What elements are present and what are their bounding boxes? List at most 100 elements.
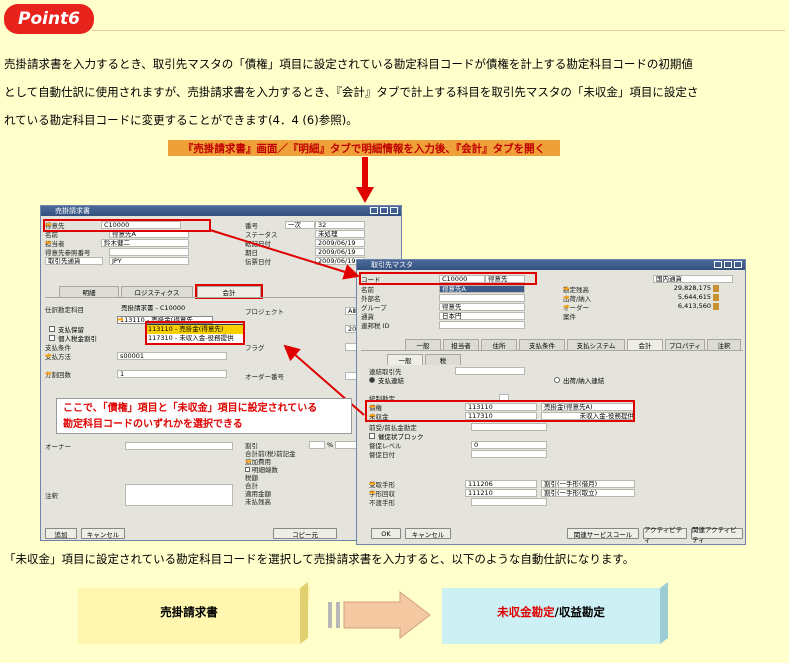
- pay-method-select[interactable]: s00001: [117, 351, 227, 360]
- bp-currency-select[interactable]: 取引先通貨: [45, 256, 103, 265]
- intro-paragraph: 売掛請求書を入力するとき、取引先マスタの「債権」項目に設定されている勘定科目コー…: [4, 50, 785, 134]
- invoice-window-title: 売掛請求書: [55, 207, 90, 215]
- account-balance-value: 29,828,175: [673, 284, 711, 292]
- tab-remarks[interactable]: 注釈: [707, 339, 741, 350]
- doc-date-row: 伝票日付 2009/06/19: [245, 256, 365, 266]
- dunning-block-checkbox[interactable]: [369, 432, 375, 439]
- installments-field[interactable]: 1: [117, 369, 227, 378]
- currency-value-field[interactable]: JPY: [109, 256, 189, 265]
- right-box-side: [660, 582, 668, 644]
- tab-addresses[interactable]: 住所: [481, 339, 517, 350]
- owner-field[interactable]: [125, 441, 233, 450]
- customer-highlight: [43, 219, 211, 232]
- intro-line-1: 売掛請求書を入力するとき、取引先マスタの「債権」項目に設定されている勘定科目コー…: [4, 57, 693, 71]
- bp-taxid-field[interactable]: [439, 320, 525, 329]
- window-controls: [370, 207, 398, 214]
- consolidation-field[interactable]: [455, 366, 525, 375]
- chart-icon[interactable]: [713, 285, 719, 292]
- link-arrow-icon[interactable]: ➡: [117, 315, 124, 324]
- related-activity-button[interactable]: 関連アクティビティ: [691, 526, 743, 544]
- business-partner-window: 取引先マスタ コード C10000 得意先 名前 得意先A 外部名 グループ 得…: [356, 259, 746, 545]
- minimize-icon[interactable]: [714, 261, 722, 268]
- cancel-button[interactable]: キャンセル: [405, 528, 451, 539]
- dropdown-highlight: [145, 321, 245, 345]
- note-receivable-name-field: 割引(一手形(借月): [541, 479, 635, 488]
- journal-right-label: 未収金勘定/収益勘定: [442, 604, 660, 620]
- bp-window-title: 取引先マスタ: [371, 261, 413, 269]
- tab-properties[interactable]: プロパティ: [665, 339, 705, 350]
- bp-group-select[interactable]: 得意先: [439, 302, 525, 311]
- unpaid-row: 不渡手形: [369, 497, 547, 507]
- ref-row: 得意先参照番号: [45, 247, 189, 257]
- journal-remark[interactable]: 売掛請求書 - C10000: [119, 305, 199, 313]
- bill-collection-code-field[interactable]: 111210: [465, 488, 537, 497]
- tab-divider: [361, 350, 743, 351]
- result-text: 「未収金」項目に設定されている勘定科目コードを選択して売掛請求書を入力すると、以…: [4, 552, 635, 566]
- unpaid-field[interactable]: [471, 497, 547, 506]
- chart-icon[interactable]: [713, 294, 719, 301]
- bill-collection-name-field: 割引(一手形(取立): [541, 488, 635, 497]
- journal-right-red: 未収金勘定: [497, 605, 555, 619]
- note-receivable-code-field[interactable]: 111206: [465, 479, 537, 488]
- hold-checkbox[interactable]: [49, 325, 55, 332]
- dunning-date-field[interactable]: [471, 449, 547, 458]
- add-button[interactable]: 追加: [45, 528, 77, 539]
- tab-payment-system[interactable]: 支払システム: [567, 339, 625, 350]
- subtab-general[interactable]: 一般: [387, 354, 423, 365]
- tab-general[interactable]: 一般: [405, 339, 441, 350]
- bp-name-field[interactable]: 得意先A: [439, 284, 525, 293]
- due-date-field[interactable]: 2009/06/19: [315, 247, 365, 256]
- tab-payment-terms[interactable]: 支払条件: [519, 339, 565, 350]
- maximize-icon[interactable]: [380, 207, 388, 214]
- posting-date-field[interactable]: 2009/06/19: [315, 238, 365, 247]
- invoice-titlebar: 売掛請求書: [41, 206, 401, 216]
- remarks-row: 注釈: [45, 483, 233, 506]
- owner-row: オーナー: [45, 441, 233, 451]
- intro-line-3: れている勘定科目コードに変更することができます(4．4 (6)参照)。: [4, 113, 358, 127]
- subtab-tax[interactable]: 税: [425, 354, 461, 365]
- customer-ref-field[interactable]: [109, 247, 189, 256]
- ok-button[interactable]: OK: [371, 528, 401, 539]
- status-field[interactable]: 未処理: [315, 229, 365, 238]
- cancel-button[interactable]: キャンセル: [81, 528, 125, 539]
- bp-balances: 勘定残高 ➡ 29,828,175 出荷/納入 ➡ 5,644,615 オーダー ➡ 6,4…: [563, 284, 743, 321]
- close-icon[interactable]: [734, 261, 742, 268]
- advance-field[interactable]: [471, 422, 547, 431]
- delivery-consolidation-radio[interactable]: [554, 376, 560, 383]
- tab-logistics[interactable]: ロジスティクス: [121, 286, 193, 297]
- left-box-side: [300, 582, 308, 644]
- rounding-checkbox[interactable]: [245, 466, 250, 472]
- payment-consolidation-radio[interactable]: [369, 376, 375, 383]
- bp-titlebar: 取引先マスタ: [357, 260, 745, 270]
- local-currency-select[interactable]: 国内通貨: [653, 274, 733, 283]
- series-select[interactable]: 一次: [285, 220, 315, 229]
- bp-foreign-name-field[interactable]: [439, 293, 525, 302]
- link-arrow-icon[interactable]: ➡: [45, 369, 52, 378]
- activity-button[interactable]: アクティビティ: [643, 526, 687, 544]
- instruction-banner: 『売掛請求書』画面／『明細』タブで明細情報を入力後、『会計』タブを開く: [168, 140, 560, 156]
- tab-contacts[interactable]: 担当者: [443, 339, 479, 350]
- doc-number-field[interactable]: 32: [315, 220, 365, 229]
- contact-person-field[interactable]: 鈴木健二: [101, 238, 189, 247]
- minimize-icon[interactable]: [370, 207, 378, 214]
- remarks-field[interactable]: [125, 483, 233, 506]
- dunning-level-field[interactable]: 0: [471, 440, 547, 449]
- related-service-call-button[interactable]: 関連サービスコール: [567, 528, 639, 539]
- journal-account-row: 仕訳勘定科目 売掛請求書 - C10000: [45, 304, 199, 314]
- installments-row: 分割回数 ➡ 1: [45, 369, 227, 379]
- currency-display-row: 国内通貨: [653, 274, 733, 283]
- link-arrow-icon[interactable]: ➡: [45, 351, 52, 360]
- radio-row: 支払連結 出荷/納入連結: [369, 375, 604, 385]
- tab-contents[interactable]: 明細: [59, 286, 119, 297]
- tab-accounting[interactable]: 会計: [627, 339, 663, 350]
- callout-line-2: 勘定科目コードのいずれかを選択できる: [63, 419, 243, 430]
- maximize-icon[interactable]: [724, 261, 732, 268]
- bp-currency-select[interactable]: 日本円: [439, 311, 525, 320]
- chart-icon[interactable]: [713, 303, 719, 310]
- down-arrow-icon: [356, 157, 374, 203]
- tax-discount-checkbox[interactable]: [49, 334, 55, 341]
- bp-taxid-row: 連邦税 ID: [361, 320, 525, 330]
- pay-method-row: 支払方法 ➡ s00001: [45, 351, 227, 361]
- copy-from-button[interactable]: コピー元: [273, 528, 337, 539]
- close-icon[interactable]: [390, 207, 398, 214]
